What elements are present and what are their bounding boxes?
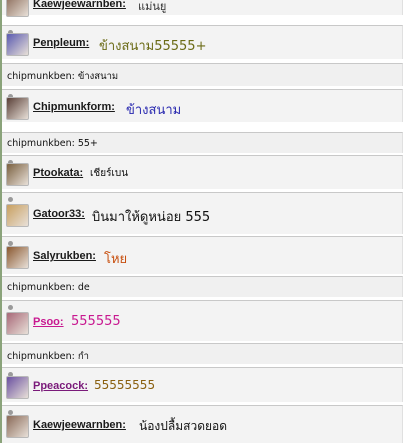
chat-message: Gatoor33: บินมาให้ดูหน่อย 555 xyxy=(2,192,403,234)
system-message: chipmunkben: กำ xyxy=(2,343,403,364)
username-link[interactable]: Kaewjeewarnben: xyxy=(33,0,126,10)
message-text: น้องปลื้มสวดยอด xyxy=(139,419,228,433)
message-text: บินมาให้ดูหน่อย 555 xyxy=(92,210,211,225)
chat-message: Kaewjeewarnben: น้องปลื้มสวดยอด xyxy=(2,405,403,443)
photo-avatar-icon[interactable] xyxy=(6,0,29,17)
message-text: ข้างสนาม xyxy=(126,103,182,118)
chat-message: Salyrukben: โหย xyxy=(2,236,403,274)
chat-message: Ptookata: เชียร์เบน xyxy=(2,155,403,189)
system-message: chipmunkben: de xyxy=(2,276,403,297)
system-message: chipmunkben: 55+ xyxy=(2,132,403,153)
system-message-text: chipmunkben: กำ xyxy=(7,351,89,362)
message-text: 555555 xyxy=(71,314,121,329)
chat-message: Kaewjeewarnben: แม่นยู xyxy=(2,0,403,17)
system-message-text: chipmunkben: de xyxy=(7,282,90,293)
message-text: ข้างสนาม55555+ xyxy=(99,39,207,54)
username-link[interactable]: Gatoor33: xyxy=(33,208,85,220)
chat-message: Chipmunkform: ข้างสนาม xyxy=(2,89,403,122)
username-link[interactable]: Kaewjeewarnben: xyxy=(33,419,126,431)
status-dot-icon xyxy=(8,305,13,310)
chat-message: Psoo: 555555 xyxy=(2,300,403,341)
cartoon-avatar-icon[interactable] xyxy=(6,376,29,399)
system-message-text: chipmunkben: ข้างสนาม xyxy=(7,71,119,82)
username-link[interactable]: Ppeacock: xyxy=(33,380,88,392)
username-link[interactable]: Ptookata: xyxy=(33,167,83,179)
username-link[interactable]: Chipmunkform: xyxy=(33,101,115,113)
cartoon-avatar-icon[interactable] xyxy=(6,33,29,56)
message-text: เชียร์เบน xyxy=(90,168,129,179)
status-dot-icon xyxy=(8,197,13,202)
photo-avatar-icon[interactable] xyxy=(6,312,29,335)
photo-avatar-icon[interactable] xyxy=(6,204,29,227)
username-link[interactable]: Penpleum: xyxy=(33,37,89,49)
photo-avatar-icon[interactable] xyxy=(6,97,29,120)
photo-avatar-icon[interactable] xyxy=(6,246,29,269)
system-message: chipmunkben: ข้างสนาม xyxy=(2,63,403,86)
message-text: แม่นยู xyxy=(138,0,167,13)
username-link[interactable]: Psoo: xyxy=(33,316,64,328)
message-text: 55555555 xyxy=(94,378,156,392)
chat-log[interactable]: Kaewjeewarnben: แม่นยู Penpleum: ข้างสนา… xyxy=(2,0,403,443)
chat-message: Penpleum: ข้างสนาม55555+ xyxy=(2,25,403,59)
photo-avatar-icon[interactable] xyxy=(6,415,29,438)
chat-message: Ppeacock: 55555555 xyxy=(2,367,403,402)
message-text: โหย xyxy=(104,252,128,267)
photo-avatar-icon[interactable] xyxy=(6,163,29,186)
system-message-text: chipmunkben: 55+ xyxy=(7,138,98,149)
username-link[interactable]: Salyrukben: xyxy=(33,250,96,262)
